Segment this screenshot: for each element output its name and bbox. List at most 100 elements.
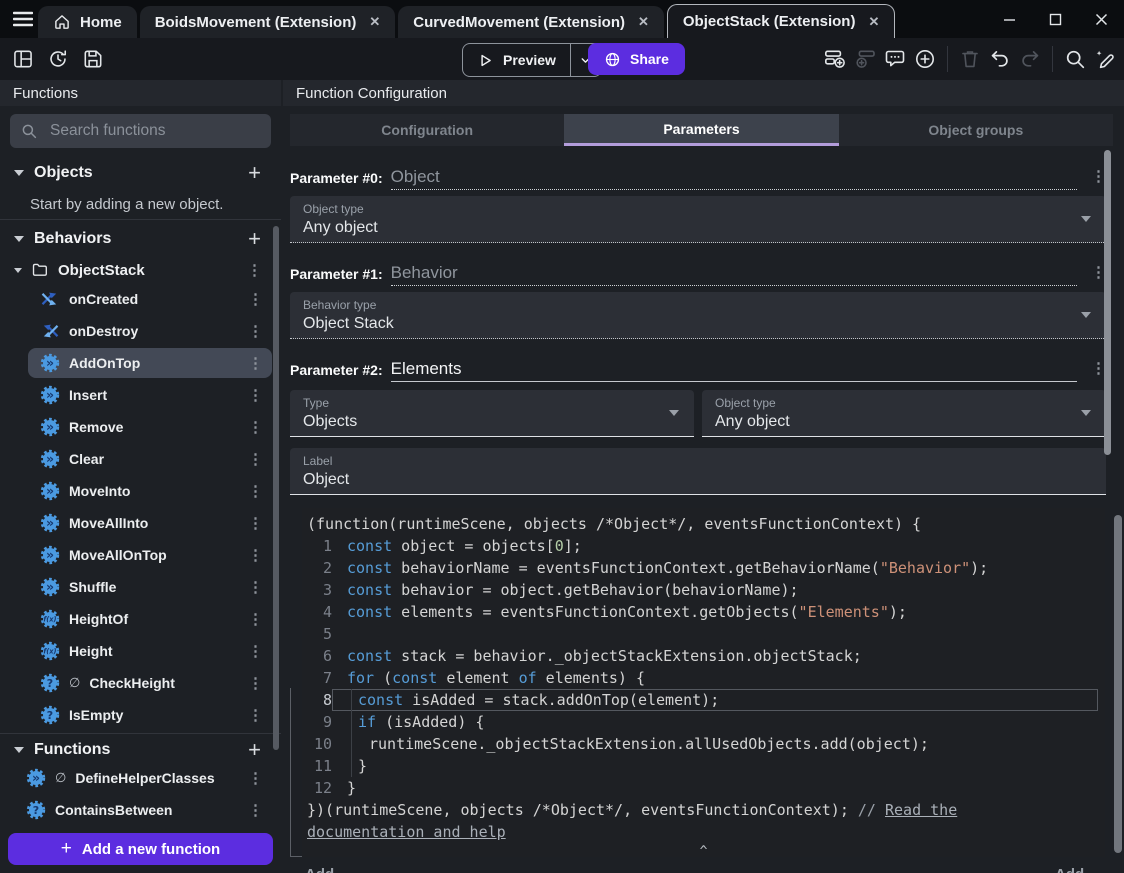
kebab-menu-icon[interactable]: ⋮ <box>248 708 272 723</box>
undo-icon[interactable] <box>987 46 1013 72</box>
kebab-menu-icon[interactable]: ⋮ <box>248 292 272 307</box>
editor-collapse-caret-icon[interactable]: ^ <box>302 843 1105 857</box>
kebab-menu-icon[interactable]: ⋮ <box>1085 169 1106 190</box>
search-functions-box[interactable] <box>10 114 271 148</box>
function-item-height[interactable]: f(x) Height ⋮ <box>28 636 272 666</box>
action-icon: » <box>40 353 60 373</box>
kebab-menu-icon[interactable]: ⋮ <box>248 771 272 786</box>
kebab-menu-icon[interactable]: ⋮ <box>248 324 272 339</box>
parameter-0-label: Parameter #0: <box>290 170 383 186</box>
code-line: 8 const isAdded = stack.addOnTop(element)… <box>302 689 1105 711</box>
sidebar-scrollbar[interactable] <box>273 226 279 750</box>
search-input[interactable] <box>48 121 252 141</box>
function-item-shuffle[interactable]: » Shuffle ⋮ <box>28 572 272 602</box>
editor-scrollbar[interactable] <box>1114 515 1122 853</box>
kebab-menu-icon[interactable]: ⋮ <box>248 356 272 371</box>
parameter-0-object-type-dropdown[interactable]: Object type Any object <box>290 196 1106 243</box>
save-icon[interactable] <box>80 46 106 72</box>
tab-parameters[interactable]: Parameters <box>564 114 839 146</box>
tab-object-groups[interactable]: Object groups <box>839 114 1113 146</box>
add-other-icon[interactable] <box>912 46 938 72</box>
bottom-partial-text-right[interactable]: Add <box>1055 866 1084 873</box>
titlebar-tab[interactable]: ObjectStack (Extension) ✕ <box>666 4 896 38</box>
editor-resize-handle[interactable] <box>290 688 291 857</box>
function-item-addontop[interactable]: » AddOnTop ⋮ <box>28 348 272 378</box>
kebab-menu-icon[interactable]: ⋮ <box>248 452 272 467</box>
kebab-menu-icon[interactable]: ⋮ <box>248 548 272 563</box>
share-button[interactable]: Share <box>588 43 685 75</box>
parameter-2-label-field[interactable]: Label Object <box>290 448 1106 495</box>
function-item-insert[interactable]: » Insert ⋮ <box>28 380 272 410</box>
function-item-checkheight[interactable]: ? ∅ CheckHeight ⋮ <box>28 668 272 698</box>
line-code: } <box>347 779 357 797</box>
add-event-icon[interactable] <box>822 46 848 72</box>
menu-icon[interactable] <box>10 8 36 30</box>
parameter-2-name-input[interactable]: Elements <box>390 359 1077 382</box>
documentation-link[interactable]: Read the <box>885 801 957 819</box>
add-comment-icon[interactable] <box>882 46 908 72</box>
function-item-moveallinto[interactable]: » MoveAllInto ⋮ <box>28 508 272 538</box>
kebab-menu-icon[interactable]: ⋮ <box>248 388 272 403</box>
history-icon[interactable] <box>45 46 71 72</box>
function-item-ondestroy[interactable]: onDestroy ⋮ <box>28 316 272 346</box>
kebab-menu-icon[interactable]: ⋮ <box>248 676 272 691</box>
function-item-moveallontop[interactable]: » MoveAllOnTop ⋮ <box>28 540 272 570</box>
search-icon[interactable] <box>1062 46 1088 72</box>
parameter-0-name-input[interactable]: Object <box>390 167 1077 190</box>
sidebar: Objects + Start by adding a new object. … <box>0 106 281 873</box>
kebab-menu-icon[interactable]: ⋮ <box>248 420 272 435</box>
close-icon[interactable]: ✕ <box>369 14 380 30</box>
kebab-menu-icon[interactable]: ⋮ <box>247 263 266 278</box>
function-item-containsbetween[interactable]: ? ContainsBetween ⋮ <box>8 795 272 825</box>
parameter-2-type-dropdown[interactable]: Type Objects <box>290 390 694 437</box>
parameter-1-behavior-type-dropdown[interactable]: Behavior type Object Stack <box>290 292 1106 339</box>
function-item-heightof[interactable]: f(x) HeightOf ⋮ <box>28 604 272 634</box>
parameter-2-label: Parameter #2: <box>290 362 383 378</box>
kebab-menu-icon[interactable]: ⋮ <box>248 484 272 499</box>
function-item-remove[interactable]: » Remove ⋮ <box>28 412 272 442</box>
layout-panels-icon[interactable] <box>10 46 36 72</box>
titlebar-tab[interactable]: CurvedMovement (Extension) ✕ <box>398 6 664 38</box>
add-object-button[interactable]: + <box>248 162 267 184</box>
behavior-group-objectstack[interactable]: ObjectStack ⋮ <box>14 256 266 284</box>
add-new-function-button[interactable]: + Add a new function <box>8 833 273 865</box>
kebab-menu-icon[interactable]: ⋮ <box>248 644 272 659</box>
main-scrollbar[interactable] <box>1104 150 1111 455</box>
field-value: Object Stack <box>303 315 394 332</box>
kebab-menu-icon[interactable]: ⋮ <box>1085 265 1106 286</box>
action-icon: » <box>40 513 60 533</box>
minimize-icon[interactable] <box>986 0 1032 38</box>
bottom-partial-text-left[interactable]: Add <box>305 866 334 873</box>
kebab-menu-icon[interactable]: ⋮ <box>248 803 272 818</box>
section-objects[interactable]: Objects + <box>0 158 281 188</box>
documentation-link[interactable]: documentation and help <box>307 823 506 841</box>
parameter-1-name-input[interactable]: Behavior <box>390 263 1077 286</box>
close-icon[interactable] <box>1078 0 1124 38</box>
kebab-menu-icon[interactable]: ⋮ <box>248 612 272 627</box>
kebab-menu-icon[interactable]: ⋮ <box>248 580 272 595</box>
code-editor[interactable]: (function(runtimeScene, objects /*Object… <box>302 508 1105 857</box>
function-item-label: onDestroy <box>69 323 139 339</box>
titlebar-tab[interactable]: Home <box>38 6 137 38</box>
function-item-clear[interactable]: » Clear ⋮ <box>28 444 272 474</box>
add-free-function-button[interactable]: + <box>248 739 267 761</box>
behavior-group-label: ObjectStack <box>58 261 145 279</box>
function-item-oncreated[interactable]: onCreated ⋮ <box>28 284 272 314</box>
close-icon[interactable]: ✕ <box>638 14 649 30</box>
add-behavior-button[interactable]: + <box>248 228 267 250</box>
close-icon[interactable]: ✕ <box>868 14 879 30</box>
parameter-2-object-type-dropdown[interactable]: Object type Any object <box>702 390 1106 437</box>
tab-configuration[interactable]: Configuration <box>290 114 564 146</box>
kebab-menu-icon[interactable]: ⋮ <box>1085 361 1106 382</box>
preview-label: Preview <box>503 52 556 68</box>
titlebar-tab[interactable]: BoidsMovement (Extension) ✕ <box>139 6 396 38</box>
function-item-definehelperclasses[interactable]: » ∅ DefineHelperClasses ⋮ <box>8 763 272 793</box>
edit-magic-icon[interactable] <box>1092 46 1118 72</box>
preview-button[interactable]: Preview <box>462 43 602 77</box>
section-behaviors[interactable]: Behaviors + <box>0 224 281 254</box>
function-item-isempty[interactable]: ? IsEmpty ⋮ <box>28 700 272 730</box>
kebab-menu-icon[interactable]: ⋮ <box>248 516 272 531</box>
section-functions[interactable]: Functions + <box>0 735 281 765</box>
function-item-moveinto[interactable]: » MoveInto ⋮ <box>28 476 272 506</box>
maximize-icon[interactable] <box>1032 0 1078 38</box>
